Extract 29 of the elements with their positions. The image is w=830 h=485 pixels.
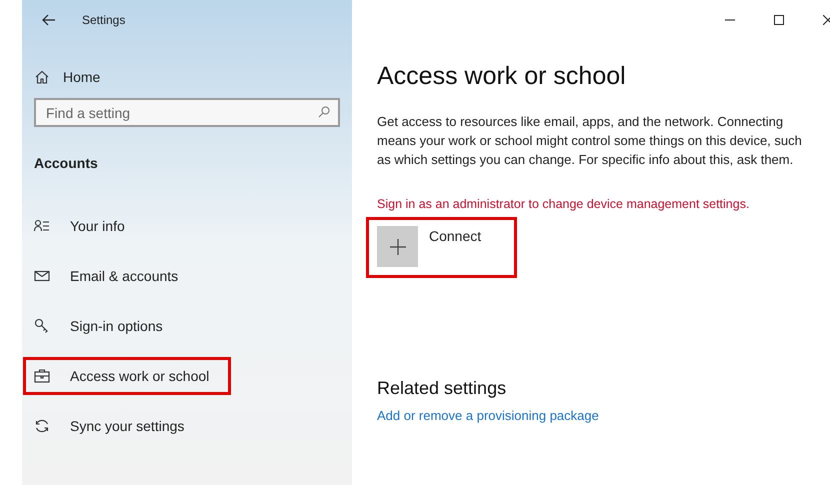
warning-text: Sign in as an administrator to change device management settings. <box>377 196 750 213</box>
envelope-icon <box>34 268 50 284</box>
minimize-icon <box>725 19 735 21</box>
nav-item[interactable]: Sign-in options <box>23 307 231 345</box>
home-item[interactable]: Home <box>22 62 352 92</box>
search-field[interactable]: Find a setting <box>34 98 340 127</box>
search-icon <box>318 106 330 118</box>
provisioning-link[interactable]: Add or remove a provisioning package <box>377 406 599 426</box>
nav-item[interactable]: Access work or school <box>23 357 231 395</box>
section-heading: Accounts <box>33 154 99 173</box>
nav-item[interactable]: Sync your settings <box>23 407 231 445</box>
key-icon <box>34 318 50 334</box>
window-title: Settings <box>82 12 126 29</box>
briefcase-icon <box>34 368 50 384</box>
maximize-icon <box>774 15 784 25</box>
maximize-button[interactable] <box>771 12 787 28</box>
nav-item[interactable]: Your info <box>23 207 231 245</box>
description-text: Get access to resources like email, apps, and the network. Connecting means your work or school might control some things on this device, such as which settings you can change. For specific info about this, ask them. <box>377 113 802 169</box>
plus-icon <box>390 238 406 254</box>
connect-button[interactable]: Connect <box>366 217 517 278</box>
sync-icon <box>34 418 50 434</box>
home-icon <box>35 70 49 84</box>
person-list-icon <box>34 218 50 234</box>
page-title: Access work or school <box>377 61 626 92</box>
back-button[interactable] <box>42 13 56 27</box>
close-icon <box>823 15 830 25</box>
nav-item[interactable]: Email & accounts <box>23 257 231 295</box>
section-heading: Related settings <box>377 377 506 400</box>
back-arrow-icon <box>42 14 56 26</box>
